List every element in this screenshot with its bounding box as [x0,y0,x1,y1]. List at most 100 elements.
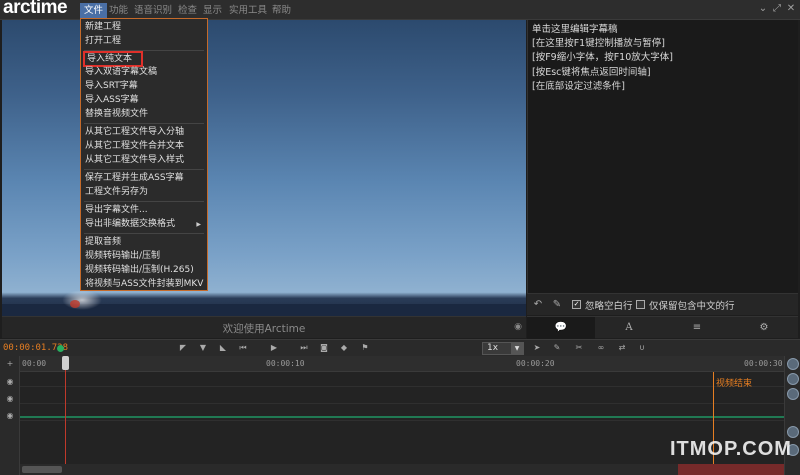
zoom-knob[interactable] [787,426,799,438]
subtitle-track[interactable] [20,373,784,387]
menu-open-project[interactable]: 打开工程 [85,35,205,48]
scissors-icon[interactable]: ✂ [573,342,585,354]
ruler-tick: 00:00:30 [744,359,783,368]
audio-track[interactable] [20,407,784,421]
menu-check[interactable]: 检查 [174,3,201,18]
menu-transcode[interactable]: 视频转码输出/压制 [85,250,205,263]
watermark: ITMOP.COM [670,438,792,460]
pencil-icon[interactable]: ✎ [550,298,564,312]
video-end-label: 视频结束 [716,379,753,389]
bookmark-icon[interactable]: ◆ [338,342,350,354]
menu-new-project[interactable]: 新建工程 [85,21,205,34]
edit-icon[interactable]: ✎ [551,342,563,354]
subtitle-line: 单击这里编辑字幕稿 [532,24,618,35]
status-dot [57,345,64,352]
menu-import-ass[interactable]: 导入ASS字幕 [85,94,205,107]
menu-import-style[interactable]: 从其它工程文件导入样式 [85,154,205,167]
add-icon[interactable]: + [5,359,15,369]
zoom-knob[interactable] [787,358,799,370]
menu-mux-mkv[interactable]: 将视频与ASS文件封装到MKV [85,278,205,291]
menu-separator [84,201,204,202]
subtitle-line: [按F9缩小字体，按F10放大字体] [532,52,673,64]
arrow-icon[interactable]: ◣ [217,342,229,354]
cursor-icon[interactable]: ➤ [531,342,543,354]
undo-icon[interactable]: ↶ [531,298,545,312]
menu-file[interactable]: 文件 [80,3,108,18]
keep-chinese-label: 仅保留包含中文的行 [649,301,735,312]
keep-chinese-checkbox[interactable] [636,300,645,309]
eye-icon[interactable]: ◉ [514,322,522,332]
menu-import-plain-text[interactable]: 导入纯文本 [83,51,143,67]
subtitle-track[interactable] [20,390,784,404]
menu-extract-audio[interactable]: 提取音频 [85,236,205,249]
menu-import-split[interactable]: 从其它工程文件导入分轴 [85,126,205,139]
scrollbar-end-region [678,464,784,475]
video-red-object [70,300,80,308]
menu-export-subtitles[interactable]: 导出字幕文件... [85,204,205,217]
subtitle-toolbar: ↶ ✎ ✓ 忽略空白行 仅保留包含中文的行 [527,293,798,315]
skip-forward-icon[interactable]: ⏭ [298,342,310,354]
list-icon[interactable]: ≡ [663,317,731,339]
close-icon[interactable]: ✕ [784,2,798,16]
menu-separator [84,233,204,234]
zoom-knob[interactable] [787,373,799,385]
playback-speed-select[interactable]: 1x ▼ [482,342,524,355]
menu-help[interactable]: 帮助 [268,3,295,18]
chevron-down-icon: ▼ [511,343,523,354]
gear-icon[interactable]: ⚙ [730,317,798,339]
camera-icon[interactable]: ◙ [318,342,330,354]
chevron-right-icon: ▶ [196,221,201,228]
video-spray [62,290,102,310]
menu-function[interactable]: 功能 [105,3,132,18]
ruler-tick: 00:00:20 [516,359,555,368]
restore-icon[interactable]: ⤢ [770,2,784,16]
font-icon[interactable]: A [595,317,663,339]
chevron-down-icon[interactable]: ⌄ [756,2,770,16]
link-icon[interactable]: ∞ [595,342,607,354]
eye-icon[interactable]: ◉ [5,411,15,421]
menu-transcode-h265[interactable]: 视频转码输出/压制(H.265) [85,264,205,277]
ruler-tick: 00:00:10 [266,359,305,368]
arrow-icon[interactable]: ◤ [177,342,189,354]
subtitle-line: [在底部设定过滤条件] [532,80,625,92]
menu-speech-recognition[interactable]: 语音识别 [130,3,176,18]
eye-icon[interactable]: ◉ [5,377,15,387]
menu-save-as[interactable]: 工程文件另存为 [85,186,205,199]
subtitle-line: [按Esc键将焦点返回时间轴] [532,66,651,78]
menu-save-generate-ass[interactable]: 保存工程并生成ASS字幕 [85,172,205,185]
track-gutter: + ◉ ◉ ◉ [0,356,20,475]
zoom-knob[interactable] [787,388,799,400]
scrollbar-thumb[interactable] [22,466,62,473]
ignore-empty-checkbox[interactable]: ✓ [572,300,581,309]
magnet-icon[interactable]: ∪ [636,342,648,354]
file-menu-dropdown: 新建工程 打开工程 导入纯文本 导入双语字幕文稿 导入SRT字幕 导入ASS字幕… [80,18,208,291]
menu-merge-text[interactable]: 从其它工程文件合并文本 [85,140,205,153]
menu-import-bilingual[interactable]: 导入双语字幕文稿 [85,66,205,79]
ruler-tick: 00:00 [22,359,47,368]
menu-display[interactable]: 显示 [199,3,226,18]
arrow-down-icon[interactable]: ▼ [197,342,209,354]
video-caption-bar: 欢迎使用Arctime ◉ [2,316,526,338]
playhead-handle[interactable] [62,356,69,370]
timeline-scrollbar[interactable] [20,464,784,475]
eye-icon[interactable]: ◉ [5,394,15,404]
menu-utilities[interactable]: 实用工具 [225,3,271,18]
menu-separator [84,123,204,124]
skip-back-icon[interactable]: ⏮ [237,342,249,354]
timeline-controls: 00:00:01.728 ◤ ▼ ◣ ⏮ ▶ ⏭ ◙ ◆ ⚑ 1x ▼ ➤ ✎ … [0,339,800,356]
menu-bar: arctime 文件 功能 语音识别 检查 显示 实用工具 帮助 ⌄ ⤢ ✕ [0,0,800,20]
subtitle-line: [在这里按F1键控制播放与暂停] [532,38,665,50]
swap-icon[interactable]: ⇄ [616,342,628,354]
time-ruler[interactable]: 00:00 00:00:10 00:00:20 00:00:30 [20,356,784,372]
speech-bubble-icon[interactable]: 💬 [527,317,595,339]
menu-import-srt[interactable]: 导入SRT字幕 [85,80,205,93]
ignore-empty-label: 忽略空白行 [585,301,633,312]
subtitle-editor[interactable]: 单击这里编辑字幕稿 [在这里按F1键控制播放与暂停] [按F9缩小字体，按F10… [527,20,798,293]
app-logo: arctime [3,0,68,18]
playhead[interactable] [65,356,66,464]
menu-export-nle[interactable]: 导出非编数据交换格式 ▶ [85,218,205,231]
flag-icon[interactable]: ⚑ [359,342,371,354]
menu-replace-media[interactable]: 替换音视频文件 [85,108,205,121]
side-tabs: 💬 A ≡ ⚙ [527,316,798,339]
play-icon[interactable]: ▶ [268,342,280,354]
